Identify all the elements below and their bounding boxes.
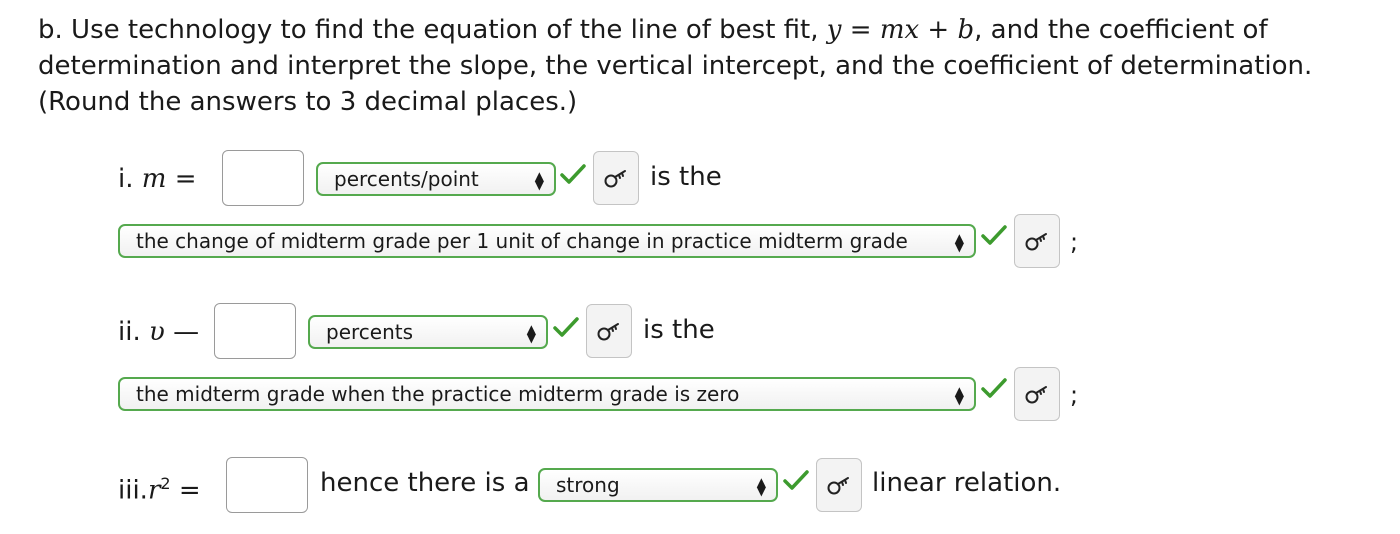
- key-icon: [827, 477, 849, 495]
- key-icon: [1025, 386, 1047, 404]
- eq-rhs: mx + b: [879, 15, 975, 45]
- key-button[interactable]: [816, 458, 862, 512]
- slope-unit-select[interactable]: percents/point ▲ ▼: [316, 162, 556, 196]
- row2-semicolon: ;: [1070, 381, 1079, 409]
- updown-arrows-icon: ▲ ▼: [534, 169, 544, 192]
- row3-lead: hence there is a: [320, 468, 530, 498]
- checkmark-icon: [560, 164, 586, 184]
- row2-label: ii. υ —: [118, 317, 200, 347]
- key-button[interactable]: [586, 304, 632, 358]
- key-button[interactable]: [1014, 214, 1060, 268]
- question-prompt: b. Use technology to find the equation o…: [38, 15, 1313, 117]
- eq-y: y: [826, 15, 842, 45]
- key-button[interactable]: [1014, 367, 1060, 421]
- key-button[interactable]: [593, 151, 639, 205]
- updown-arrows-icon: ▲ ▼: [954, 384, 964, 407]
- row1-tail: is the: [650, 162, 722, 192]
- updown-arrows-icon: ▲ ▼: [954, 231, 964, 254]
- row1-label: i. m =: [118, 164, 197, 194]
- intercept-interpretation-select[interactable]: the midterm grade when the practice midt…: [118, 377, 976, 411]
- row3-tail: linear relation.: [872, 468, 1062, 498]
- updown-arrows-icon: ▲ ▼: [756, 475, 766, 498]
- intercept-unit-select[interactable]: percents ▲ ▼: [308, 315, 548, 349]
- r-squared-input[interactable]: [226, 457, 308, 513]
- key-icon: [604, 170, 626, 188]
- strength-select[interactable]: strong ▲ ▼: [538, 468, 778, 502]
- key-icon: [1025, 233, 1047, 251]
- slope-interpretation-select[interactable]: the change of midterm grade per 1 unit o…: [118, 224, 976, 258]
- checkmark-icon: [553, 317, 579, 337]
- checkmark-icon: [981, 225, 1007, 245]
- key-icon: [597, 323, 619, 341]
- row1-semicolon: ;: [1070, 228, 1079, 256]
- row2-tail: is the: [643, 315, 715, 345]
- slope-input[interactable]: [222, 150, 304, 206]
- updown-arrows-icon: ▲ ▼: [526, 322, 536, 345]
- checkmark-icon: [783, 470, 809, 490]
- intercept-input[interactable]: [214, 303, 296, 359]
- row3-label: iii.r2 =: [118, 474, 201, 506]
- checkmark-icon: [981, 378, 1007, 398]
